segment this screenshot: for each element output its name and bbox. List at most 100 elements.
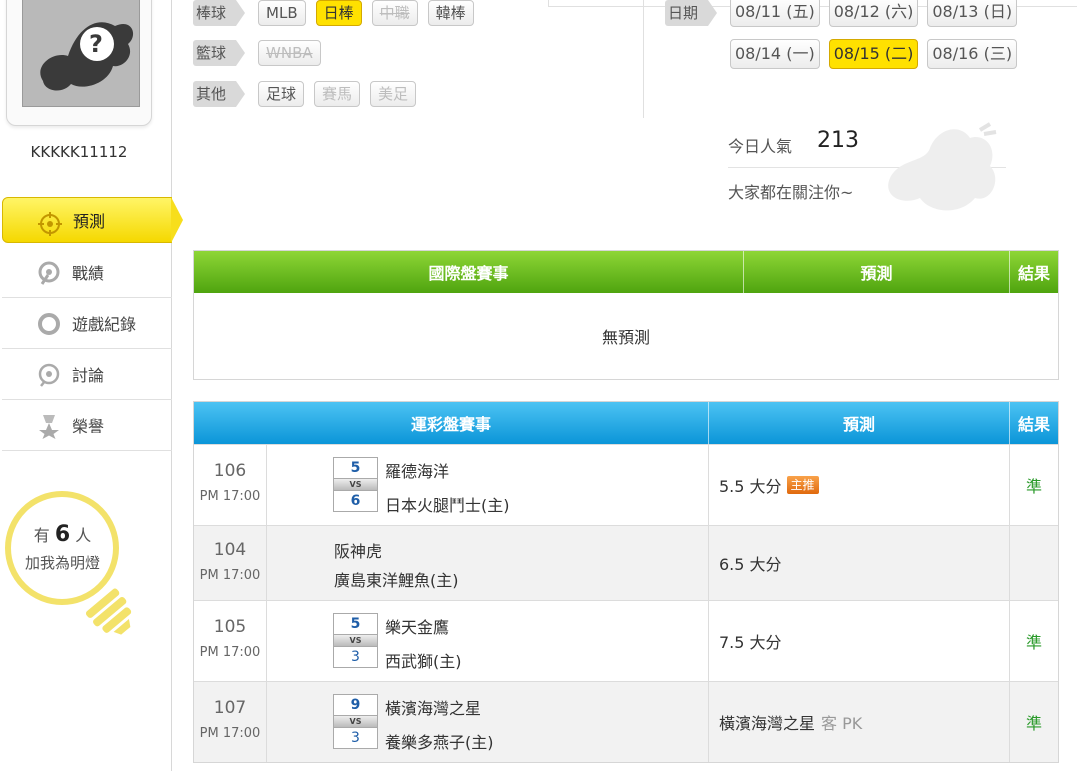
chip-american-football: 美足 <box>370 81 417 107</box>
away-team: 羅德海洋 <box>385 462 450 481</box>
unknown-user-icon: ? <box>40 22 134 91</box>
chip-soccer[interactable]: 足球 <box>258 81 305 107</box>
game-info: 107 PM 17:00 <box>194 682 267 762</box>
prediction-text: 橫濱海灣之星 <box>719 714 816 733</box>
prediction-cell: 6.5 大分 <box>709 526 1010 600</box>
game-number: 107 <box>213 698 247 718</box>
matchup: 5 VS 6 羅德海洋 日本火腿鬥士(主) <box>267 445 709 525</box>
home-team: 廣島東洋鯉魚(主) <box>334 571 459 590</box>
game-info: 105 PM 17:00 <box>194 601 267 681</box>
date-chip[interactable]: 08/11 (五) <box>730 0 820 27</box>
result-cell <box>1010 526 1058 600</box>
prediction-extra: 客 PK <box>821 714 863 733</box>
prediction-text: 5.5 大分 <box>719 477 782 496</box>
chat-icon <box>38 363 60 387</box>
sidebar-item-label: 預測 <box>73 212 106 231</box>
home-team: 日本火腿鬥士(主) <box>385 496 510 515</box>
follower-number: 6 <box>54 522 71 547</box>
follow-text: 大家都在關注你~ <box>728 183 854 202</box>
chip-npb[interactable]: 日棒 <box>315 0 362 26</box>
away-team: 橫濱海灣之星 <box>385 699 482 718</box>
date-label-row: 日期 <box>665 0 730 28</box>
table-row[interactable]: 105 PM 17:00 5 VS 3 樂天金鷹 西武獅(主) 7.5 大分 準 <box>194 600 1058 681</box>
chip-mlb[interactable]: MLB <box>258 0 306 26</box>
avatar-frame: ? <box>6 0 152 126</box>
sidebar-item-label: 戰績 <box>72 264 105 283</box>
sidebar-item-record[interactable]: 戰績 <box>2 247 172 298</box>
follower-count: 有 6 人 <box>0 522 125 547</box>
vs-label: VS <box>333 716 378 727</box>
game-time: PM 17:00 <box>199 726 261 741</box>
filter-row-other: 其他 足球 賽馬 美足 <box>193 79 426 109</box>
result-cell: 準 <box>1025 477 1042 496</box>
matchup: 9 VS 3 橫濱海灣之星 養樂多燕子(主) <box>267 682 709 762</box>
away-team: 樂天金鷹 <box>385 618 450 637</box>
date-label: 日期 <box>665 0 718 26</box>
prediction-cell: 橫濱海灣之星 客 PK <box>709 682 1010 762</box>
target-icon <box>38 212 62 236</box>
category-label: 其他 <box>193 81 246 107</box>
filter-row-basketball: 籃球 WNBA <box>193 38 331 68</box>
game-info: 106 PM 17:00 <box>194 445 267 525</box>
away-team: 阪神虎 <box>334 542 383 561</box>
sidebar-item-predict[interactable]: 預測 <box>2 197 183 243</box>
date-chip[interactable]: 08/16 (三) <box>927 39 1018 69</box>
result-cell: 準 <box>1025 714 1042 733</box>
away-score: 5 <box>333 613 378 635</box>
sidebar-item-label: 遊戲紀錄 <box>72 315 137 334</box>
lottery-table: 運彩盤賽事 預測 結果 106 PM 17:00 5 VS 6 羅德海洋 日本火… <box>193 401 1059 763</box>
date-chip[interactable]: 08/13 (日) <box>927 0 1018 27</box>
scoreboard: 5 VS 3 <box>333 613 378 668</box>
date-chip-selected[interactable]: 08/15 (二) <box>828 39 919 69</box>
lottery-table-header: 運彩盤賽事 預測 結果 <box>194 402 1058 444</box>
sidebar-nav: 預測 戰績 遊戲紀錄 討論 榮譽 <box>2 197 183 451</box>
follower-caption: 加我為明燈 <box>24 554 100 572</box>
intl-table: 國際盤賽事 預測 結果 無預測 <box>193 250 1059 380</box>
prediction-cell: 5.5 大分 主推 <box>709 445 1010 525</box>
intl-table-header: 國際盤賽事 預測 結果 <box>194 251 1058 293</box>
avatar[interactable]: ? <box>22 0 140 107</box>
chip-kbo[interactable]: 韓棒 <box>427 0 474 26</box>
username: KKKKK11112 <box>30 143 128 161</box>
game-time: PM 17:00 <box>199 489 261 504</box>
follower-suffix: 人 <box>75 526 92 545</box>
col-header-result: 結果 <box>1017 264 1050 283</box>
home-team: 養樂多燕子(主) <box>385 733 494 752</box>
game-time: PM 17:00 <box>199 645 261 660</box>
filter-row-baseball: 棒球 MLB 日棒 中職 韓棒 <box>193 0 484 28</box>
scoreboard: 9 VS 3 <box>333 694 378 749</box>
sidebar-item-discussion[interactable]: 討論 <box>2 349 172 400</box>
table-row[interactable]: 106 PM 17:00 5 VS 6 羅德海洋 日本火腿鬥士(主) 5.5 大… <box>194 444 1058 525</box>
record-icon <box>38 261 60 285</box>
game-number: 104 <box>213 540 247 560</box>
home-team: 西武獅(主) <box>385 652 462 671</box>
away-score: 9 <box>333 694 378 716</box>
vs-label: VS <box>333 635 378 646</box>
col-header-prediction: 預測 <box>709 402 1010 444</box>
featured-badge: 主推 <box>786 476 819 494</box>
sidebar-item-history[interactable]: 遊戲紀錄 <box>2 298 172 349</box>
table-row[interactable]: 104 PM 17:00 阪神虎 廣島東洋鯉魚(主) 6.5 大分 <box>194 525 1058 600</box>
chip-cpbl: 中職 <box>371 0 418 26</box>
vs-label: VS <box>333 479 378 490</box>
filter-divider <box>643 0 644 118</box>
table-row[interactable]: 107 PM 17:00 9 VS 3 橫濱海灣之星 養樂多燕子(主) 橫濱海灣… <box>194 681 1058 762</box>
top-divider-edge <box>548 0 549 7</box>
mascot-watermark-icon <box>888 122 997 211</box>
game-number: 105 <box>213 617 247 637</box>
matchup: 阪神虎 廣島東洋鯉魚(主) <box>267 526 709 600</box>
sidebar-item-label: 討論 <box>72 366 105 385</box>
game-time: PM 17:00 <box>199 568 261 583</box>
chip-horse-racing: 賽馬 <box>314 81 361 107</box>
date-chip[interactable]: 08/12 (六) <box>828 0 919 27</box>
date-chip[interactable]: 08/14 (一) <box>730 39 820 69</box>
category-label: 棒球 <box>193 0 246 26</box>
game-info: 104 PM 17:00 <box>194 526 267 600</box>
date-row-2: 08/14 (一) 08/15 (二) 08/16 (三) <box>730 39 1026 69</box>
date-row-1: 08/11 (五) 08/12 (六) 08/13 (日) <box>730 0 1026 27</box>
sidebar-item-honor[interactable]: 榮譽 <box>2 400 172 451</box>
home-score: 6 <box>333 490 378 512</box>
col-header-prediction: 預測 <box>744 251 1010 293</box>
empty-message: 無預測 <box>601 328 650 347</box>
prediction-cell: 7.5 大分 <box>709 601 1010 681</box>
